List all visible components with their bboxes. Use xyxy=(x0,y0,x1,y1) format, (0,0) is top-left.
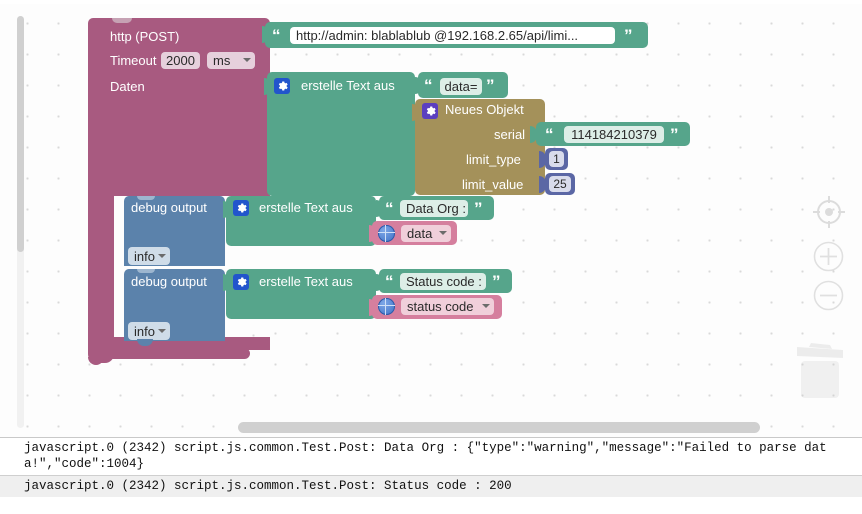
text-join-debug-1-label: erstelle Text aus xyxy=(259,200,353,215)
log-line: javascript.0 (2342) script.js.common.Tes… xyxy=(24,441,827,471)
quote-open-icon: “ xyxy=(385,199,394,218)
trash-icon[interactable] xyxy=(794,337,846,404)
http-timeout-input[interactable]: 2000 xyxy=(161,52,200,69)
debug-1-variable-name: data xyxy=(407,226,433,241)
quote-open-icon: “ xyxy=(385,272,394,291)
url-input[interactable]: http://admin: blablablub @192.168.2.65/a… xyxy=(290,27,615,44)
http-timeout-unit-dropdown[interactable]: ms xyxy=(207,52,255,69)
quote-close-icon: ” xyxy=(670,125,679,144)
workspace-top-edge xyxy=(0,0,862,4)
text-join-debug-2-label: erstelle Text aus xyxy=(259,274,353,289)
http-post-title: http (POST) xyxy=(110,29,180,44)
quote-close-icon: ” xyxy=(474,199,483,218)
limit-value-value-input[interactable]: 25 xyxy=(549,176,571,192)
gear-icon[interactable] xyxy=(422,103,438,119)
quote-open-icon: “ xyxy=(424,76,433,95)
gear-icon[interactable] xyxy=(233,200,249,216)
debug-level-value-2: info xyxy=(134,323,155,339)
debug-2-string-input[interactable]: Status code : xyxy=(400,273,486,290)
debug-2-variable-dropdown[interactable]: status code xyxy=(401,298,494,315)
http-timeout-unit-value: ms xyxy=(213,53,231,68)
blockly-workspace[interactable]: http (POST) Timeout 2000 ms Daten “ ” ht… xyxy=(0,0,862,437)
debug-2-variable-name: status code xyxy=(407,299,474,314)
new-object-field-key-serial: serial xyxy=(494,127,526,142)
chevron-down-icon xyxy=(158,329,166,333)
globe-icon xyxy=(378,225,395,242)
debug-1-string-input[interactable]: Data Org : xyxy=(400,200,468,217)
debug-level-value-1: info xyxy=(134,248,155,264)
debug-output-label-1: debug output xyxy=(131,200,207,215)
data-string-input[interactable]: data= xyxy=(440,78,482,95)
quote-open-icon: “ xyxy=(272,26,281,45)
debug-output-block-2-notch xyxy=(137,269,155,273)
http-post-block-bottom-notch xyxy=(88,357,104,365)
chevron-down-icon xyxy=(243,58,251,62)
debug-level-dropdown-1[interactable]: info xyxy=(128,247,170,265)
horizontal-scrollbar[interactable] xyxy=(238,422,760,433)
text-join-data-label: erstelle Text aus xyxy=(301,78,395,93)
http-post-block-top-notch xyxy=(112,18,132,23)
log-line: javascript.0 (2342) script.js.common.Tes… xyxy=(0,476,862,497)
chevron-down-icon xyxy=(439,231,447,235)
limit-type-value-input[interactable]: 1 xyxy=(549,151,564,167)
http-post-block-bottom-arm-2 xyxy=(95,348,250,359)
gear-icon[interactable] xyxy=(274,78,290,94)
quote-close-icon: ” xyxy=(486,76,495,95)
log-console[interactable]: javascript.0 (2342) script.js.common.Tes… xyxy=(0,437,862,514)
http-data-label: Daten xyxy=(110,79,145,94)
zoom-in-button[interactable] xyxy=(813,241,844,272)
chevron-down-icon xyxy=(158,254,166,258)
debug-1-variable-dropdown[interactable]: data xyxy=(401,225,451,242)
new-object-field-key-limit-value: limit_value xyxy=(462,177,524,192)
app-root: http (POST) Timeout 2000 ms Daten “ ” ht… xyxy=(0,0,862,514)
gear-icon[interactable] xyxy=(233,274,249,290)
globe-icon xyxy=(378,298,395,315)
quote-close-icon: ” xyxy=(492,272,501,291)
quote-close-icon: ” xyxy=(624,26,633,45)
new-object-label: Neues Objekt xyxy=(445,102,524,117)
http-timeout-label: Timeout xyxy=(110,53,157,68)
new-object-field-key-limit-type: limit_type xyxy=(466,152,521,167)
chevron-down-icon xyxy=(482,304,490,308)
zoom-out-button[interactable] xyxy=(813,280,844,311)
center-workspace-button[interactable] xyxy=(812,195,846,229)
debug-level-dropdown-2[interactable]: info xyxy=(128,322,170,340)
quote-open-icon: “ xyxy=(545,125,554,144)
vertical-scrollbar[interactable] xyxy=(17,16,24,252)
serial-value-input[interactable]: 114184210379 xyxy=(564,126,664,143)
debug-output-label-2: debug output xyxy=(131,274,207,289)
